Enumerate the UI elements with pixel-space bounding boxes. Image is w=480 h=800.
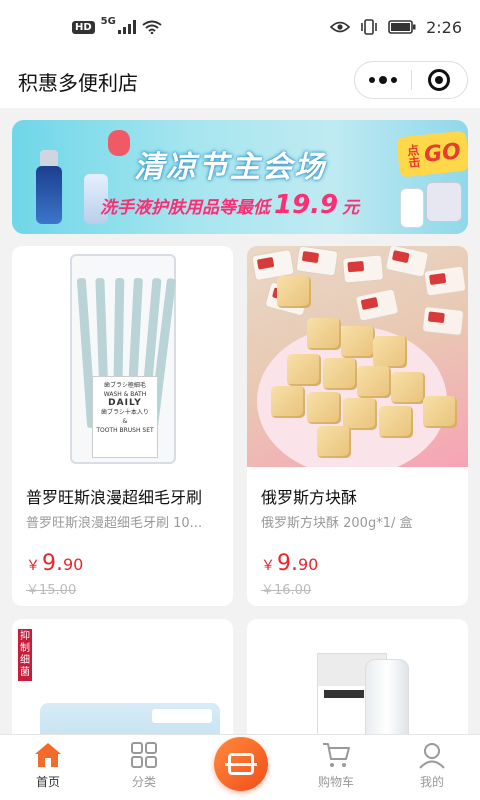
home-icon xyxy=(35,743,61,767)
clock: 2:26 xyxy=(426,17,462,37)
tab-category[interactable]: 分类 xyxy=(96,735,192,800)
banner-cta-go: GO xyxy=(422,138,463,168)
wipes-logo xyxy=(152,709,212,723)
tab-scan[interactable] xyxy=(192,735,288,800)
tab-label: 首页 xyxy=(35,775,60,789)
tab-cart[interactable]: 购物车 xyxy=(288,735,384,800)
grid-icon xyxy=(131,742,157,768)
pack-label-line: 歯ブラシ十本入り xyxy=(101,409,149,416)
pack-label-line: DAILY xyxy=(108,398,142,408)
box-decoration xyxy=(426,182,462,222)
price-decimal: 90 xyxy=(298,555,319,574)
product-badge: 抑制细菌 xyxy=(18,629,32,681)
more-button[interactable] xyxy=(355,62,411,98)
miniprogram-capsule xyxy=(354,61,468,99)
bottom-tab-bar: 首页 分类 购物车 我的 xyxy=(0,734,480,800)
product-desc: 俄罗斯方块酥 200g*1/ 盒 xyxy=(261,516,413,531)
close-miniprogram-button[interactable] xyxy=(412,62,468,98)
banner-price: 19.9 xyxy=(274,190,339,220)
page-title: 积惠多便利店 xyxy=(18,70,138,95)
battery-icon xyxy=(388,20,416,34)
product-price: ￥ 9. 90 xyxy=(261,551,318,576)
product-name: 普罗旺斯浪漫超细毛牙刷 xyxy=(26,488,203,507)
pack-label-line: 歯ブラシ極細毛 xyxy=(104,382,146,389)
scan-button[interactable] xyxy=(214,737,268,791)
product-card[interactable]: 歯ブラシ極細毛 WASH & BATH DAILY 歯ブラシ十本入り & TOO… xyxy=(12,246,233,606)
price-integer: 9. xyxy=(42,551,63,576)
tab-label: 分类 xyxy=(131,775,156,789)
scan-icon xyxy=(225,753,257,775)
signal-icon xyxy=(117,20,136,34)
cart-icon xyxy=(323,743,350,767)
target-icon xyxy=(428,69,451,91)
price-symbol: ￥ xyxy=(26,558,40,574)
banner-cta-small: 点击 xyxy=(405,143,422,169)
tab-mine[interactable]: 我的 xyxy=(384,735,480,800)
banner-price-unit: 元 xyxy=(342,198,360,218)
bottle-decoration xyxy=(400,188,424,228)
user-icon xyxy=(419,743,445,769)
banner-title: 清凉节主会场 xyxy=(134,150,326,185)
promo-banner[interactable]: 清凉节主会场 洗手液护肤用品等最低 19.9 元 点击 GO xyxy=(12,120,468,234)
pack-label-line: & xyxy=(122,418,128,425)
price-decimal: 90 xyxy=(63,555,84,574)
bottle-decoration xyxy=(36,166,62,224)
original-price: ￥15.00 xyxy=(26,583,77,598)
tab-home[interactable]: 首页 xyxy=(0,735,96,800)
toothbrush-pack: 歯ブラシ極細毛 WASH & BATH DAILY 歯ブラシ十本入り & TOO… xyxy=(70,254,177,464)
eye-icon xyxy=(330,21,351,33)
tab-label: 我的 xyxy=(419,775,444,789)
more-icon xyxy=(368,75,397,84)
pack-label: 歯ブラシ極細毛 WASH & BATH DAILY 歯ブラシ十本入り & TOO… xyxy=(92,376,158,458)
hd-badge: HD xyxy=(72,20,95,34)
product-price: ￥ 9. 90 xyxy=(26,551,83,576)
product-image-pastry xyxy=(247,246,468,467)
original-price: ￥16.00 xyxy=(261,583,312,598)
banner-subtitle: 洗手液护肤用品等最低 19.9 元 xyxy=(100,190,359,220)
status-bar: HD 5G 2:26 xyxy=(0,0,480,54)
product-desc: 普罗旺斯浪漫超细毛牙刷 10... xyxy=(26,516,203,531)
pack-label-line: TOOTH BRUSH SET xyxy=(96,427,154,434)
product-name: 俄罗斯方块酥 xyxy=(261,488,358,507)
vibrate-icon xyxy=(361,19,377,35)
banner-subtitle-text: 洗手液护肤用品等最低 xyxy=(100,198,270,218)
tab-label: 购物车 xyxy=(317,775,354,789)
network-label: 5G xyxy=(100,16,116,27)
product-image-toothbrush: 歯ブラシ極細毛 WASH & BATH DAILY 歯ブラシ十本入り & TOO… xyxy=(12,246,233,467)
wifi-icon xyxy=(142,20,162,34)
price-symbol: ￥ xyxy=(261,558,275,574)
price-integer: 9. xyxy=(277,551,298,576)
bottle-decoration xyxy=(108,130,130,156)
banner-cta[interactable]: 点击 GO xyxy=(396,130,468,178)
title-bar: 积惠多便利店 xyxy=(0,54,480,108)
product-card[interactable]: 俄罗斯方块酥 俄罗斯方块酥 200g*1/ 盒 ￥ 9. 90 ￥16.00 xyxy=(247,246,468,606)
